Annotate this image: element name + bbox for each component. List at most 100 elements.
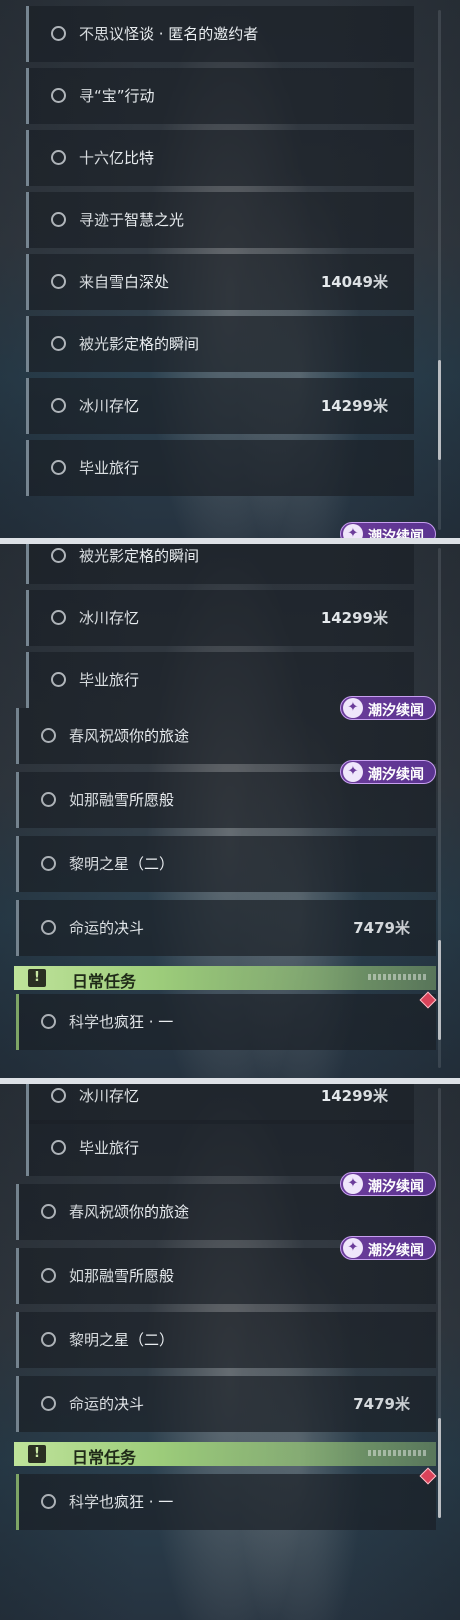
quest-item[interactable]: 科学也疯狂 · 一 xyxy=(16,994,436,1050)
status-circle-icon xyxy=(51,274,66,289)
quest-title: 春风祝颂你的旅途 xyxy=(69,727,190,745)
quest-title: 黎明之星（二） xyxy=(69,855,175,873)
quest-title: 毕业旅行 xyxy=(79,459,140,477)
quest-item[interactable]: 被光影定格的瞬间 xyxy=(26,316,414,372)
quest-item[interactable]: 黎明之星（二） xyxy=(16,836,436,892)
status-circle-icon xyxy=(41,1268,56,1283)
tide-icon: ✦ xyxy=(343,1238,363,1258)
scrollbar-thumb[interactable] xyxy=(438,1418,441,1518)
status-circle-icon xyxy=(51,1088,66,1103)
tide-icon: ✦ xyxy=(343,698,363,718)
quest-title: 冰川存忆 xyxy=(79,609,140,627)
header-decoration xyxy=(368,1450,426,1456)
scrollbar-thumb[interactable] xyxy=(438,940,441,1040)
quest-title: 春风祝颂你的旅途 xyxy=(69,1203,190,1221)
quest-item[interactable]: 来自雪白深处 14049米 xyxy=(26,254,414,310)
quest-title: 命运的决斗 xyxy=(69,1395,145,1413)
quest-title: 如那融雪所愿般 xyxy=(69,1267,175,1285)
quest-item[interactable]: 毕业旅行 xyxy=(26,1120,414,1176)
quest-distance: 14049米 xyxy=(320,273,388,291)
quest-title: 寻迹于智慧之光 xyxy=(79,211,185,229)
exclamation-icon: ! xyxy=(28,1445,46,1463)
quest-item[interactable]: 冰川存忆 14299米 xyxy=(26,590,414,646)
badge-label: 潮汐续闻 xyxy=(368,703,424,719)
status-circle-icon xyxy=(41,1494,56,1509)
status-circle-icon xyxy=(51,672,66,687)
status-circle-icon xyxy=(51,336,66,351)
quest-title: 来自雪白深处 xyxy=(79,273,170,291)
quest-item[interactable]: 冰川存忆 14299米 xyxy=(26,1084,414,1124)
badge-label: 潮汐续闻 xyxy=(368,1179,424,1195)
badge-label: 潮汐续闻 xyxy=(368,1243,424,1259)
tide-badge: ✦ 潮汐续闻 xyxy=(340,696,436,720)
quest-item[interactable]: 科学也疯狂 · 一 xyxy=(16,1474,436,1530)
daily-task-header[interactable]: ! 日常任务 xyxy=(14,966,436,991)
quest-distance: 14299米 xyxy=(320,1087,388,1105)
status-circle-icon xyxy=(51,398,66,413)
tide-badge: ✦ 潮汐续闻 xyxy=(340,522,436,538)
quest-item[interactable]: 不思议怪谈 · 匿名的邀约者 xyxy=(26,6,414,62)
header-decoration xyxy=(368,974,426,980)
status-circle-icon xyxy=(51,460,66,475)
quest-item[interactable]: 命运的决斗 7479米 xyxy=(16,900,436,956)
quest-title: 毕业旅行 xyxy=(79,1139,140,1157)
quest-title: 科学也疯狂 · 一 xyxy=(69,1493,174,1511)
status-circle-icon xyxy=(51,150,66,165)
quest-title: 如那融雪所愿般 xyxy=(69,791,175,809)
exclamation-icon: ! xyxy=(28,969,46,987)
daily-task-title: 日常任务 xyxy=(72,972,137,991)
status-circle-icon xyxy=(41,1014,56,1029)
scrollbar[interactable] xyxy=(438,1088,441,1518)
quest-item[interactable]: 寻“宝”行动 xyxy=(26,68,414,124)
quest-distance: 7479米 xyxy=(353,919,410,937)
status-circle-icon xyxy=(41,920,56,935)
scrollbar[interactable] xyxy=(438,548,441,1068)
status-circle-icon xyxy=(51,26,66,41)
quest-item[interactable]: 命运的决斗 7479米 xyxy=(16,1376,436,1432)
tide-icon: ✦ xyxy=(343,1174,363,1194)
status-circle-icon xyxy=(51,1140,66,1155)
quest-title: 不思议怪谈 · 匿名的邀约者 xyxy=(79,25,259,43)
badge-label: 潮汐续闻 xyxy=(368,767,424,783)
scrollbar-thumb[interactable] xyxy=(438,360,441,460)
quest-item[interactable]: 寻迹于智慧之光 xyxy=(26,192,414,248)
quest-item[interactable]: 黎明之星（二） xyxy=(16,1312,436,1368)
tide-badge: ✦ 潮汐续闻 xyxy=(340,1172,436,1196)
quest-distance: 14299米 xyxy=(320,609,388,627)
quest-title: 命运的决斗 xyxy=(69,919,145,937)
status-circle-icon xyxy=(41,792,56,807)
status-circle-icon xyxy=(41,1204,56,1219)
quest-title: 冰川存忆 xyxy=(79,1087,140,1105)
tide-icon: ✦ xyxy=(343,524,363,538)
quest-distance: 14299米 xyxy=(320,397,388,415)
status-circle-icon xyxy=(41,728,56,743)
tide-badge: ✦ 潮汐续闻 xyxy=(340,760,436,784)
quest-title: 毕业旅行 xyxy=(79,671,140,689)
quest-item[interactable]: 被光影定格的瞬间 xyxy=(26,544,414,584)
quest-title: 十六亿比特 xyxy=(79,149,155,167)
status-circle-icon xyxy=(41,1332,56,1347)
quest-panel-2: 被光影定格的瞬间 冰川存忆 14299米 毕业旅行 春风祝颂你的旅途 ✦ 潮汐续… xyxy=(0,544,460,1078)
quest-item[interactable]: 毕业旅行 xyxy=(26,440,414,496)
quest-panel-3: 冰川存忆 14299米 毕业旅行 春风祝颂你的旅途 ✦ 潮汐续闻 如那融雪所愿般… xyxy=(0,1084,460,1620)
quest-title: 被光影定格的瞬间 xyxy=(79,335,200,353)
scrollbar[interactable] xyxy=(438,10,441,530)
quest-title: 黎明之星（二） xyxy=(69,1331,175,1349)
quest-panel-1: 不思议怪谈 · 匿名的邀约者 寻“宝”行动 十六亿比特 寻迹于智慧之光 来自雪白… xyxy=(0,0,460,538)
status-circle-icon xyxy=(51,548,66,563)
quest-title: 科学也疯狂 · 一 xyxy=(69,1013,174,1031)
status-circle-icon xyxy=(41,1396,56,1411)
tide-icon: ✦ xyxy=(343,762,363,782)
quest-item[interactable]: 十六亿比特 xyxy=(26,130,414,186)
badge-label: 潮汐续闻 xyxy=(368,529,424,538)
quest-distance: 7479米 xyxy=(353,1395,410,1413)
status-circle-icon xyxy=(51,610,66,625)
daily-task-title: 日常任务 xyxy=(72,1448,137,1467)
quest-title: 被光影定格的瞬间 xyxy=(79,547,200,565)
daily-task-header[interactable]: ! 日常任务 xyxy=(14,1442,436,1467)
status-circle-icon xyxy=(51,212,66,227)
status-circle-icon xyxy=(41,856,56,871)
quest-item[interactable]: 冰川存忆 14299米 xyxy=(26,378,414,434)
status-circle-icon xyxy=(51,88,66,103)
quest-title: 寻“宝”行动 xyxy=(79,87,155,105)
